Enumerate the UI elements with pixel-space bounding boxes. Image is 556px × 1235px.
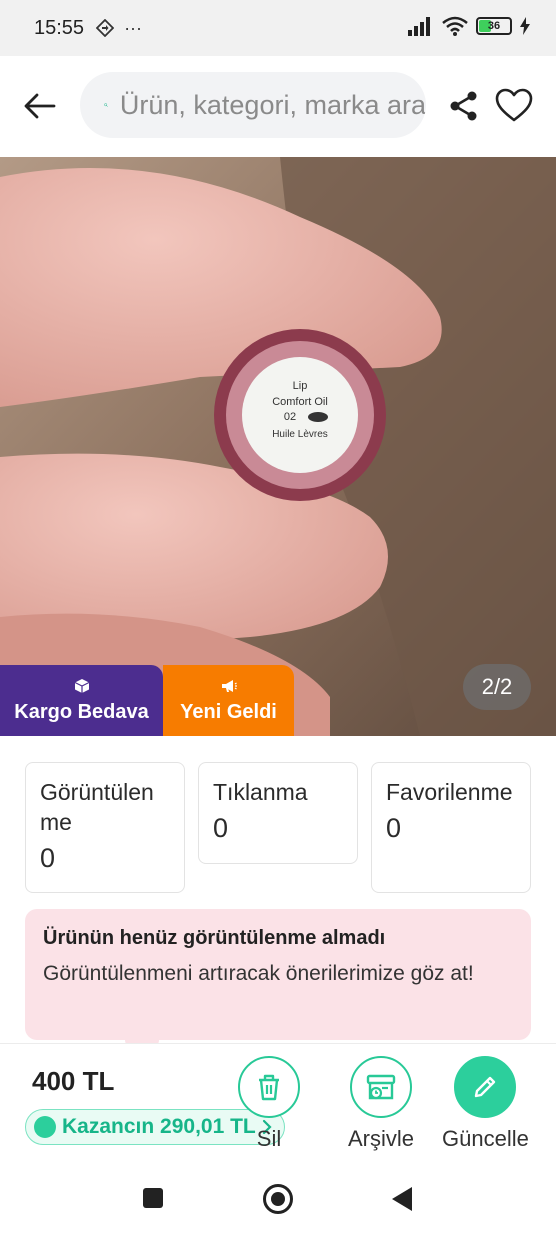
update-label: Güncelle xyxy=(442,1126,529,1151)
earning-label: Kazancın 290,01 TL xyxy=(62,1115,256,1138)
megaphone-icon xyxy=(221,678,237,697)
wallet-icon xyxy=(34,1116,56,1138)
lid-text-2: Comfort Oil xyxy=(272,396,328,408)
archive-icon xyxy=(366,1074,396,1100)
product-price: 400 TL xyxy=(32,1066,115,1096)
back-button[interactable] xyxy=(18,86,62,126)
stat-label: Görüntülenme xyxy=(40,779,154,835)
more-notifications-icon: ··· xyxy=(124,17,143,38)
favorite-button[interactable] xyxy=(494,86,534,126)
battery-level: 36 xyxy=(487,20,501,32)
stat-value: 0 xyxy=(386,813,402,843)
navigation-icon xyxy=(96,19,115,37)
arrow-left-icon xyxy=(24,93,56,119)
delete-circle xyxy=(238,1056,300,1118)
stat-card-favorites: Favorilenme 0 xyxy=(371,762,531,893)
notice-body: Görüntülenmeni artıracak önerilerimize g… xyxy=(43,962,474,985)
lips-icon xyxy=(308,412,328,422)
search-input[interactable]: Ürün, kategori, marka ara xyxy=(80,72,426,138)
notice-title: Ürünün henüz görüntülenme almadı xyxy=(43,927,386,949)
archive-label: Arşivle xyxy=(348,1126,415,1151)
recent-apps-icon[interactable] xyxy=(143,1188,163,1208)
heart-icon xyxy=(495,88,533,122)
signal-icon xyxy=(408,17,430,36)
product-image-carousel[interactable]: Lip Comfort Oil 02 Huile Lèvres Kargo Be… xyxy=(0,157,556,736)
pencil-icon xyxy=(475,1076,496,1098)
search-placeholder: Ürün, kategori, marka ara xyxy=(119,89,426,120)
share-button[interactable] xyxy=(446,88,482,124)
image-page-indicator: 2/2 xyxy=(463,664,531,710)
free-shipping-badge: Kargo Bedava xyxy=(0,665,163,736)
status-notification-icons: ··· xyxy=(96,18,142,39)
wifi-icon xyxy=(442,16,468,36)
share-icon xyxy=(450,91,477,121)
status-right-icons: 36 xyxy=(408,16,530,36)
stat-card-clicks: Tıklanma 0 xyxy=(198,762,358,864)
charging-icon xyxy=(520,17,530,35)
new-arrival-badge: Yeni Geldi xyxy=(163,665,294,736)
delete-label: Sil xyxy=(256,1126,282,1151)
system-navigation-bar xyxy=(0,1163,556,1235)
stat-label: Favorilenme xyxy=(386,779,513,805)
lid-text-3: 02 xyxy=(284,411,296,423)
package-icon xyxy=(74,678,90,697)
home-icon[interactable] xyxy=(263,1184,293,1214)
lid-text-4: Huile Lèvres xyxy=(272,429,328,440)
archive-button[interactable]: Arşivle xyxy=(348,1056,414,1152)
search-icon xyxy=(104,103,108,107)
app-bar: Ürün, kategori, marka ara xyxy=(0,56,556,156)
views-tip-banner[interactable]: Ürünün henüz görüntülenme almadı Görüntü… xyxy=(25,909,531,1048)
bottom-action-bar: 400 TL Kazancın 290,01 TL Sil Arşivle Gü… xyxy=(0,1043,556,1163)
status-bar: 15:55 ··· 36 xyxy=(0,0,556,56)
status-time: 15:55 xyxy=(34,16,85,39)
update-button[interactable]: Güncelle xyxy=(442,1056,529,1152)
battery-icon: 36 xyxy=(476,17,512,35)
free-shipping-label: Kargo Bedava xyxy=(14,700,149,723)
back-triangle-icon[interactable] xyxy=(392,1187,412,1211)
stat-card-views: Görüntülenme 0 xyxy=(25,762,185,893)
stat-value: 0 xyxy=(213,813,229,843)
trash-icon xyxy=(259,1074,279,1101)
lid-text-1: Lip xyxy=(293,380,308,392)
archive-circle xyxy=(350,1056,412,1118)
delete-button[interactable]: Sil xyxy=(238,1056,300,1152)
stat-value: 0 xyxy=(40,843,56,873)
product-photo: Lip Comfort Oil 02 Huile Lèvres xyxy=(0,157,556,736)
update-circle xyxy=(454,1056,517,1118)
new-arrival-label: Yeni Geldi xyxy=(180,700,277,723)
stat-label: Tıklanma xyxy=(213,779,308,805)
